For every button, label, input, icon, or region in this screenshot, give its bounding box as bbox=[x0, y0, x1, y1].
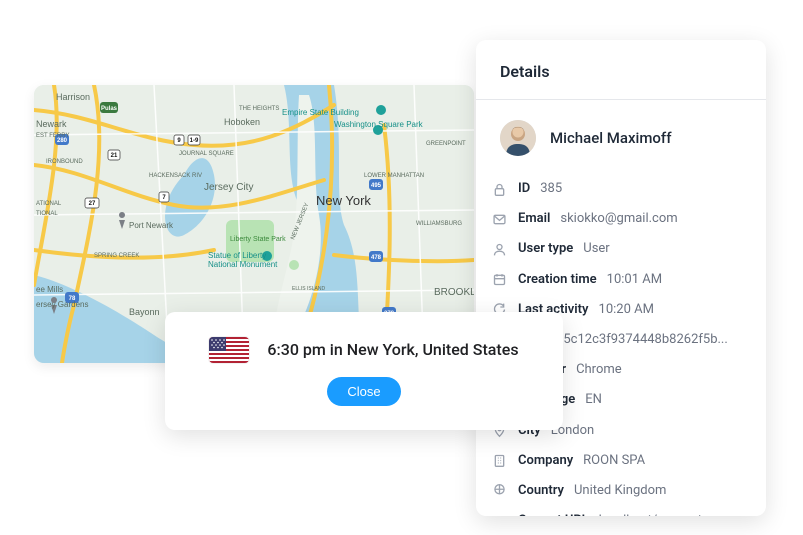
map-label: Empire State Building bbox=[282, 108, 359, 117]
detail-item: Current URL localhost/support bbox=[490, 506, 752, 516]
detail-value: EN bbox=[585, 391, 602, 409]
us-flag-icon bbox=[209, 337, 249, 363]
svg-text:Pulas: Pulas bbox=[101, 106, 118, 112]
detail-label: Email bbox=[518, 210, 550, 228]
calendar-icon bbox=[490, 271, 508, 289]
details-panel: Details Michael Maximoff ID 385 Email skiok… bbox=[476, 40, 766, 516]
map-label: LOWER MANHATTAN bbox=[364, 173, 424, 179]
map-label: Hoboken bbox=[224, 117, 260, 127]
detail-value: United Kingdom bbox=[574, 482, 666, 500]
detail-label: Creation time bbox=[518, 271, 597, 289]
map-label: Harrison bbox=[56, 92, 90, 102]
profile-row: Michael Maximoff bbox=[476, 100, 766, 164]
map-label: THE HEIGHTS bbox=[239, 106, 279, 112]
detail-value: skiokko@gmail.com bbox=[560, 210, 677, 228]
detail-label: Company bbox=[518, 452, 573, 470]
detail-item: Company ROON SPA bbox=[490, 446, 752, 476]
map-label: HACKENSACK RIV bbox=[149, 173, 202, 179]
detail-value: 10:20 AM bbox=[599, 301, 654, 319]
building-icon bbox=[490, 452, 508, 470]
map-label: SPRING CREEK bbox=[94, 253, 139, 259]
detail-label: User type bbox=[518, 240, 573, 258]
flag-icon bbox=[490, 482, 508, 500]
map-label: EST FERRY bbox=[36, 133, 69, 139]
detail-label: Country bbox=[518, 482, 564, 500]
map-label: WILLIAMSBURG bbox=[416, 221, 462, 227]
map-label: ersey Gardens bbox=[36, 300, 88, 309]
detail-item: ID 385 bbox=[490, 174, 752, 204]
tooltip-text: 6:30 pm in New York, United States bbox=[267, 340, 518, 359]
detail-item: Creation time 10:01 AM bbox=[490, 265, 752, 295]
lock-icon bbox=[490, 180, 508, 198]
map-label: TIONAL bbox=[36, 211, 58, 217]
detail-item: Email skiokko@gmail.com bbox=[490, 204, 752, 234]
map-label: New York bbox=[316, 193, 371, 208]
tooltip-content: 6:30 pm in New York, United States bbox=[209, 337, 518, 363]
details-title: Details bbox=[500, 62, 742, 81]
svg-text:27: 27 bbox=[89, 201, 96, 207]
avatar bbox=[500, 120, 536, 156]
detail-label: Current URL bbox=[518, 512, 589, 516]
user-icon bbox=[490, 240, 508, 258]
map-label: Liberty State Park bbox=[230, 236, 286, 243]
map-label: IRONBOUND bbox=[46, 159, 83, 165]
mail-icon bbox=[490, 210, 508, 228]
link-icon bbox=[490, 512, 508, 516]
svg-text:21: 21 bbox=[111, 153, 118, 159]
profile-name: Michael Maximoff bbox=[550, 129, 672, 147]
map-label: JOURNAL SQUARE bbox=[179, 151, 234, 157]
svg-text:495: 495 bbox=[371, 183, 382, 189]
detail-item: User type User bbox=[490, 234, 752, 264]
map-label: Bayonn bbox=[129, 307, 160, 317]
map-label: GREENPOINT bbox=[426, 141, 466, 147]
detail-value: User bbox=[583, 240, 609, 258]
detail-value: 5c12c3f9374448b8262f5b... bbox=[563, 331, 727, 349]
map-label: Newark bbox=[36, 119, 67, 129]
detail-value: localhost/support bbox=[599, 512, 702, 516]
detail-value: 10:01 AM bbox=[607, 271, 662, 289]
svg-text:478: 478 bbox=[371, 255, 382, 261]
close-button[interactable]: Close bbox=[327, 377, 400, 406]
map-label: Washington Square Park bbox=[334, 120, 424, 129]
map-label: ee Mills bbox=[36, 285, 63, 294]
map-label: Jersey City bbox=[204, 182, 253, 193]
detail-item: Country United Kingdom bbox=[490, 476, 752, 506]
map-label: ATIONAL bbox=[36, 201, 62, 207]
map-label: BROOKL bbox=[434, 287, 474, 298]
location-tooltip: 6:30 pm in New York, United States Close bbox=[165, 312, 563, 430]
detail-value: 385 bbox=[540, 180, 562, 198]
detail-value: Chrome bbox=[576, 361, 622, 379]
svg-text:1-9: 1-9 bbox=[190, 138, 199, 144]
map-label: ELLIS ISLAND bbox=[292, 286, 325, 292]
detail-label: ID bbox=[518, 180, 530, 198]
map-label: Port Newark bbox=[129, 221, 174, 230]
details-header: Details bbox=[476, 40, 766, 100]
detail-value: ROON SPA bbox=[583, 452, 645, 470]
